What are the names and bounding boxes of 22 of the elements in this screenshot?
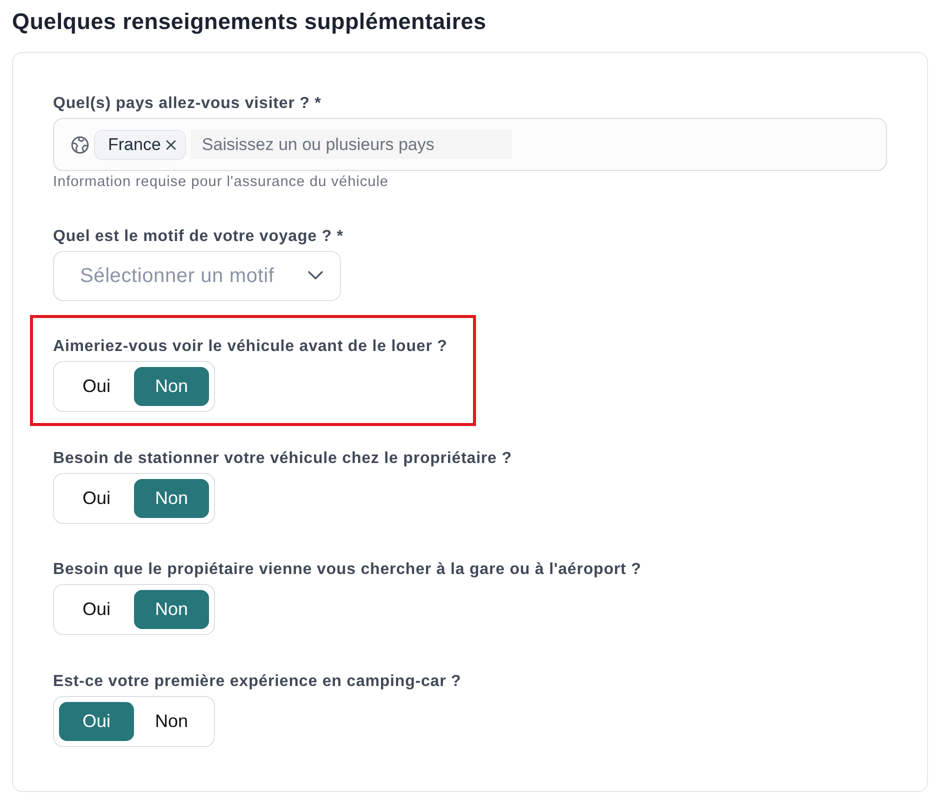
country-search-input[interactable]: Saisissez un ou plusieurs pays: [190, 130, 512, 159]
field-label: Est-ce votre première expérience en camping-car ?: [53, 672, 462, 692]
toggle-option[interactable]: Non: [134, 478, 209, 518]
field-label: Quel(s) pays allez-vous visiter ? *: [53, 94, 322, 114]
field-label: Besoin de stationner votre véhicule chez le propriétaire ?: [53, 448, 513, 468]
toggle-option[interactable]: Oui: [59, 702, 134, 740]
globe-icon: [71, 136, 89, 154]
toggle-option[interactable]: Oui: [59, 590, 134, 629]
helper-text: Information requise pour l'assurance du véhicule: [53, 174, 390, 190]
section-heading: Quelques renseignements supplémentaires: [12, 9, 488, 35]
close-icon[interactable]: [166, 140, 176, 150]
country-multiselect[interactable]: France Saisissez un ou plusieurs pays: [53, 118, 887, 171]
toggle-option[interactable]: Non: [134, 367, 209, 406]
field-label: Aimeriez-vous voir le véhicule avant de le louer ?: [53, 337, 448, 357]
toggle-option[interactable]: Oui: [59, 478, 134, 518]
toggle-option[interactable]: Non: [134, 590, 209, 629]
field-label: Quel est le motif de votre voyage ? *: [53, 226, 344, 246]
chevron-down-icon: [308, 271, 323, 280]
toggle-option[interactable]: Non: [134, 702, 209, 740]
country-chip[interactable]: France: [94, 130, 186, 160]
toggle-option[interactable]: Oui: [59, 367, 134, 406]
field-label: Besoin que le propiétaire vienne vous chercher à la gare ou à l'aéroport ?: [53, 560, 642, 580]
